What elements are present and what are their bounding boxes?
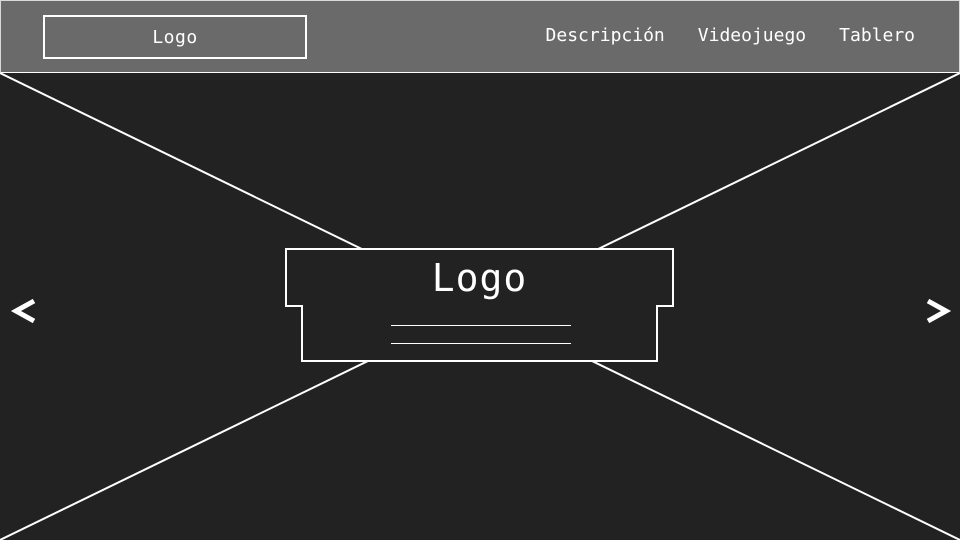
text-line-placeholder	[391, 325, 571, 326]
nav-item-descripcion[interactable]: Descripción	[546, 25, 665, 46]
hero-text-placeholder	[301, 305, 658, 362]
page: Logo Descripción Videojuego Tablero Logo	[0, 0, 960, 540]
hero-carousel: Logo	[0, 73, 960, 540]
carousel-next-button[interactable]	[922, 291, 952, 331]
header: Logo Descripción Videojuego Tablero	[0, 0, 960, 74]
header-logo[interactable]: Logo	[43, 15, 307, 59]
carousel-prev-button[interactable]	[10, 291, 40, 331]
chevron-right-icon	[926, 298, 952, 324]
hero-logo: Logo	[285, 248, 674, 307]
text-line-placeholder	[391, 343, 571, 344]
nav-item-videojuego[interactable]: Videojuego	[698, 25, 806, 46]
nav-item-tablero[interactable]: Tablero	[839, 25, 915, 46]
main-nav: Descripción Videojuego Tablero	[546, 25, 915, 46]
chevron-left-icon	[10, 298, 36, 324]
